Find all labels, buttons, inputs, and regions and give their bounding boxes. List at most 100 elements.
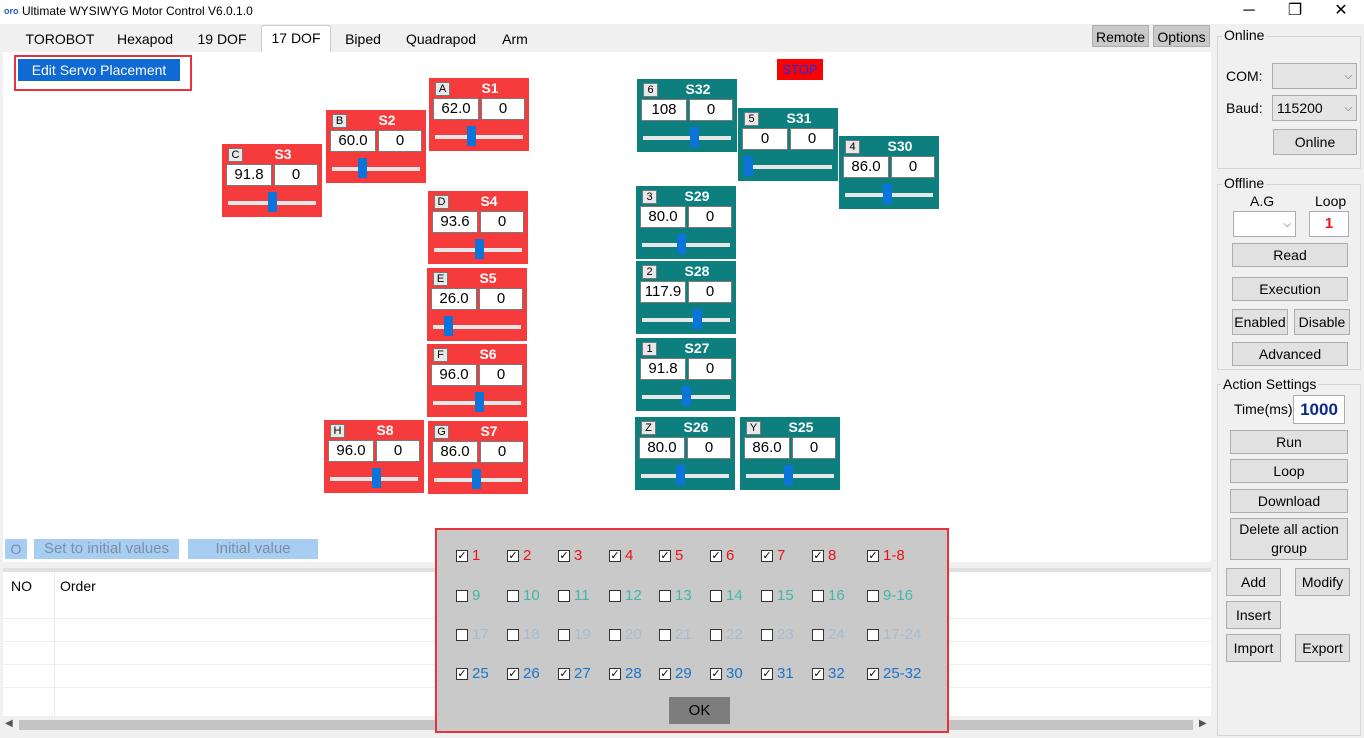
channel-checkbox-17[interactable]: 17 (456, 626, 489, 643)
checkbox-checked-icon[interactable]: ✓ (507, 667, 519, 680)
checkbox-icon[interactable] (659, 589, 671, 602)
servo-offset-input[interactable]: 0 (274, 164, 318, 186)
checkbox-icon[interactable] (812, 589, 824, 602)
checkbox-icon[interactable] (609, 589, 621, 602)
servo-key-label[interactable]: C (228, 148, 243, 162)
checkbox-checked-icon[interactable]: ✓ (456, 667, 468, 680)
channel-checkbox-25-32[interactable]: ✓ 25-32 (867, 665, 921, 682)
servo-key-label[interactable]: 3 (642, 190, 657, 204)
checkbox-icon[interactable] (507, 589, 519, 602)
tab-17-dof[interactable]: 17 DOF (261, 25, 331, 52)
servo-angle-input[interactable]: 80.0 (640, 206, 686, 228)
edit-servo-placement-button[interactable]: Edit Servo Placement (18, 59, 180, 81)
servo-offset-input[interactable]: 0 (688, 358, 732, 380)
servo-card-s26[interactable]: Z S26 80.0 0 (635, 417, 735, 490)
servo-slider-track[interactable] (642, 243, 730, 247)
stop-button[interactable]: STOP (777, 59, 823, 80)
tab-biped[interactable]: Biped (338, 27, 388, 52)
servo-slider-thumb[interactable] (882, 184, 892, 204)
servo-slider-thumb[interactable] (471, 469, 481, 489)
channel-checkbox-11[interactable]: 11 (558, 587, 590, 604)
insert-button[interactable]: Insert (1226, 601, 1281, 629)
servo-card-s25[interactable]: Y S25 86.0 0 (740, 417, 840, 490)
servo-offset-input[interactable]: 0 (479, 288, 523, 310)
servo-slider-track[interactable] (641, 474, 729, 478)
checkbox-icon[interactable] (867, 589, 879, 602)
set-initial-values-button[interactable]: Set to initial values (34, 539, 179, 559)
servo-angle-input[interactable]: 86.0 (432, 441, 478, 463)
servo-slider-thumb[interactable] (690, 127, 700, 147)
checkbox-checked-icon[interactable]: ✓ (609, 549, 621, 562)
checkbox-icon[interactable] (507, 628, 519, 641)
download-button[interactable]: Download (1230, 489, 1348, 513)
channel-checkbox-1-8[interactable]: ✓ 1-8 (867, 547, 905, 564)
checkbox-checked-icon[interactable]: ✓ (659, 549, 671, 562)
action-group-select[interactable]: ⌵ (1233, 211, 1296, 237)
channel-checkbox-8[interactable]: ✓ 8 (812, 547, 836, 564)
servo-angle-input[interactable]: 93.6 (432, 211, 478, 233)
checkbox-checked-icon[interactable]: ✓ (761, 549, 773, 562)
channel-checkbox-12[interactable]: 12 (609, 587, 642, 604)
channel-checkbox-7[interactable]: ✓ 7 (761, 547, 785, 564)
servo-slider-thumb[interactable] (371, 468, 381, 488)
servo-slider-thumb[interactable] (783, 465, 793, 485)
servo-slider-track[interactable] (643, 136, 731, 140)
channel-checkbox-26[interactable]: ✓ 26 (507, 665, 540, 682)
tab-arm[interactable]: Arm (493, 27, 537, 52)
servo-slider-thumb[interactable] (675, 465, 685, 485)
servo-angle-input[interactable]: 96.0 (328, 440, 374, 462)
servo-card-s6[interactable]: F S6 96.0 0 (427, 344, 527, 417)
servo-offset-input[interactable]: 0 (790, 128, 834, 150)
o-button[interactable]: O (5, 539, 27, 559)
channel-checkbox-21[interactable]: 21 (659, 626, 692, 643)
time-input[interactable]: 1000 (1293, 395, 1345, 424)
tab-torobot[interactable]: TOROBOT (20, 27, 100, 52)
servo-offset-input[interactable]: 0 (689, 99, 733, 121)
servo-slider-thumb[interactable] (744, 156, 753, 176)
checkbox-checked-icon[interactable]: ✓ (867, 667, 879, 680)
checkbox-checked-icon[interactable]: ✓ (812, 549, 824, 562)
checkbox-icon[interactable] (456, 628, 468, 641)
servo-card-s5[interactable]: E S5 26.0 0 (427, 268, 527, 341)
tab-19-dof[interactable]: 19 DOF (190, 27, 254, 52)
channel-checkbox-22[interactable]: 22 (710, 626, 743, 643)
servo-key-label[interactable]: 2 (642, 265, 657, 279)
execution-button[interactable]: Execution (1232, 277, 1348, 301)
scroll-left-icon[interactable]: ◀ (5, 718, 13, 729)
checkbox-icon[interactable] (761, 589, 773, 602)
channel-checkbox-9-16[interactable]: 9-16 (867, 587, 913, 604)
servo-slider-track[interactable] (435, 135, 523, 139)
checkbox-checked-icon[interactable]: ✓ (507, 549, 519, 562)
channel-checkbox-18[interactable]: 18 (507, 626, 540, 643)
checkbox-icon[interactable] (558, 628, 570, 641)
channel-checkbox-19[interactable]: 19 (558, 626, 591, 643)
servo-card-s29[interactable]: 3 S29 80.0 0 (636, 186, 736, 259)
servo-angle-input[interactable]: 91.8 (226, 164, 272, 186)
servo-key-label[interactable]: D (434, 195, 449, 209)
servo-offset-input[interactable]: 0 (378, 130, 422, 152)
channel-checkbox-15[interactable]: 15 (761, 587, 794, 604)
channel-checkbox-9[interactable]: 9 (456, 587, 480, 604)
checkbox-icon[interactable] (710, 589, 722, 602)
checkbox-icon[interactable] (710, 628, 722, 641)
online-button[interactable]: Online (1273, 129, 1357, 155)
servo-angle-input[interactable]: 62.0 (433, 98, 479, 120)
close-icon[interactable]: ✕ (1318, 0, 1364, 24)
servo-angle-input[interactable]: 91.8 (640, 358, 686, 380)
import-button[interactable]: Import (1226, 634, 1281, 662)
servo-angle-input[interactable]: 26.0 (431, 288, 477, 310)
servo-offset-input[interactable]: 0 (376, 440, 420, 462)
initial-value-button[interactable]: Initial value (188, 539, 318, 559)
servo-angle-input[interactable]: 86.0 (744, 437, 790, 459)
checkbox-checked-icon[interactable]: ✓ (558, 549, 570, 562)
servo-angle-input[interactable]: 0 (742, 128, 788, 150)
advanced-button[interactable]: Advanced (1232, 342, 1348, 366)
servo-slider-thumb[interactable] (682, 386, 692, 406)
read-button[interactable]: Read (1232, 243, 1348, 267)
channel-checkbox-16[interactable]: 16 (812, 587, 845, 604)
maximize-icon[interactable]: ❐ (1272, 0, 1318, 24)
checkbox-icon[interactable] (761, 628, 773, 641)
servo-offset-input[interactable]: 0 (688, 281, 732, 303)
channel-checkbox-17-24[interactable]: 17-24 (867, 626, 921, 643)
channel-checkbox-31[interactable]: ✓ 31 (761, 665, 794, 682)
